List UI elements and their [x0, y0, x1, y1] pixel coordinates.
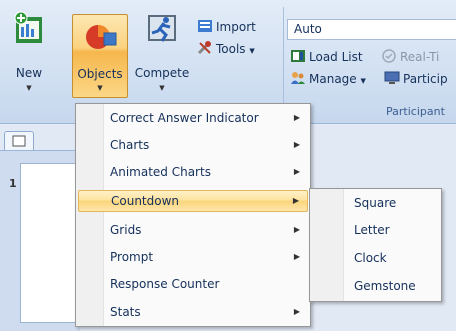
- menu-item-grids[interactable]: Grids ▶: [78, 219, 308, 241]
- chevron-down-icon: ▼: [360, 77, 366, 85]
- participants-button[interactable]: Particip: [384, 70, 448, 88]
- chevron-right-icon: ▶: [293, 140, 300, 149]
- objects-chart-icon: [86, 25, 117, 49]
- chevron-down-icon: ▼: [159, 84, 165, 92]
- load-list-label: Load List: [309, 50, 363, 64]
- submenu-item-clock[interactable]: Clock: [312, 247, 439, 269]
- participant-list-value: Auto: [294, 22, 322, 36]
- manage-people-icon: [291, 72, 305, 84]
- check-circle-icon: [382, 49, 396, 63]
- monitor-icon: [384, 71, 400, 84]
- submenu-item-label: Square: [354, 196, 397, 210]
- menu-item-correct-answer-indicator[interactable]: Correct Answer Indicator ▶: [78, 107, 308, 129]
- menu-item-stats[interactable]: Stats ▶: [78, 301, 308, 323]
- compete-runner-icon: [148, 15, 176, 42]
- slide-number: 1: [9, 177, 17, 190]
- chevron-right-icon: ▶: [293, 307, 300, 316]
- import-label: Import: [216, 20, 256, 34]
- countdown-submenu: Square Letter Clock Gemstone: [309, 188, 442, 302]
- objects-button[interactable]: Objects ▼: [72, 14, 128, 98]
- new-button[interactable]: New ▼: [12, 11, 46, 101]
- participant-list-select[interactable]: Auto: [287, 19, 456, 40]
- submenu-item-label: Letter: [354, 223, 390, 237]
- submenu-item-square[interactable]: Square: [312, 192, 439, 214]
- menu-item-charts[interactable]: Charts ▶: [78, 134, 308, 156]
- group-label-participant: Participant: [386, 105, 445, 118]
- tools-label: Tools: [216, 42, 246, 56]
- load-list-button[interactable]: Load List: [290, 48, 363, 66]
- chevron-right-icon: ▶: [293, 113, 300, 122]
- submenu-item-letter[interactable]: Letter: [312, 219, 439, 241]
- menu-item-label: Response Counter: [110, 277, 220, 291]
- menu-item-label: Countdown: [111, 194, 180, 208]
- menu-item-countdown[interactable]: Countdown ▶: [78, 190, 308, 212]
- slides-tab[interactable]: [4, 131, 34, 151]
- submenu-item-gemstone[interactable]: Gemstone: [312, 275, 439, 297]
- submenu-item-label: Gemstone: [354, 279, 416, 293]
- menu-item-label: Stats: [110, 305, 141, 319]
- chevron-right-icon: ▶: [293, 252, 300, 261]
- menu-item-response-counter[interactable]: Response Counter: [78, 273, 308, 295]
- manage-button[interactable]: Manage ▼: [290, 70, 366, 88]
- load-list-icon: [291, 50, 305, 62]
- import-icon: [198, 20, 212, 32]
- menu-item-label: Grids: [110, 223, 142, 237]
- objects-menu: Correct Answer Indicator ▶ Charts ▶ Animated…: [75, 103, 311, 327]
- tools-icon: [197, 41, 211, 55]
- chevron-right-icon: ▶: [292, 196, 299, 205]
- menu-item-prompt[interactable]: Prompt ▶: [78, 246, 308, 268]
- realtime-button[interactable]: Real-Ti: [381, 48, 439, 66]
- chevron-right-icon: ▶: [293, 167, 300, 176]
- chevron-right-icon: ▶: [293, 225, 300, 234]
- participants-label: Particip: [403, 72, 448, 86]
- new-label: New: [15, 66, 43, 80]
- objects-label: Objects: [77, 67, 123, 81]
- realtime-label: Real-Ti: [400, 50, 440, 64]
- import-button[interactable]: Import: [197, 18, 256, 36]
- menu-item-animated-charts[interactable]: Animated Charts ▶: [78, 161, 308, 183]
- chevron-down-icon: ▼: [249, 47, 255, 55]
- menu-item-label: Prompt: [110, 250, 154, 264]
- manage-label: Manage: [309, 72, 357, 86]
- menu-item-label: Charts: [110, 138, 150, 152]
- menu-item-label: Animated Charts: [110, 165, 211, 179]
- slide-icon: [12, 135, 26, 147]
- menu-item-label: Correct Answer Indicator: [110, 111, 259, 125]
- chevron-down-icon: ▼: [26, 84, 32, 92]
- tools-button[interactable]: Tools ▼: [197, 40, 255, 58]
- chevron-down-icon: ▼: [97, 84, 103, 92]
- new-slide-icon: [14, 11, 42, 43]
- submenu-item-label: Clock: [354, 251, 387, 265]
- compete-button[interactable]: Compete ▼: [134, 11, 190, 101]
- compete-label: Compete: [134, 66, 190, 80]
